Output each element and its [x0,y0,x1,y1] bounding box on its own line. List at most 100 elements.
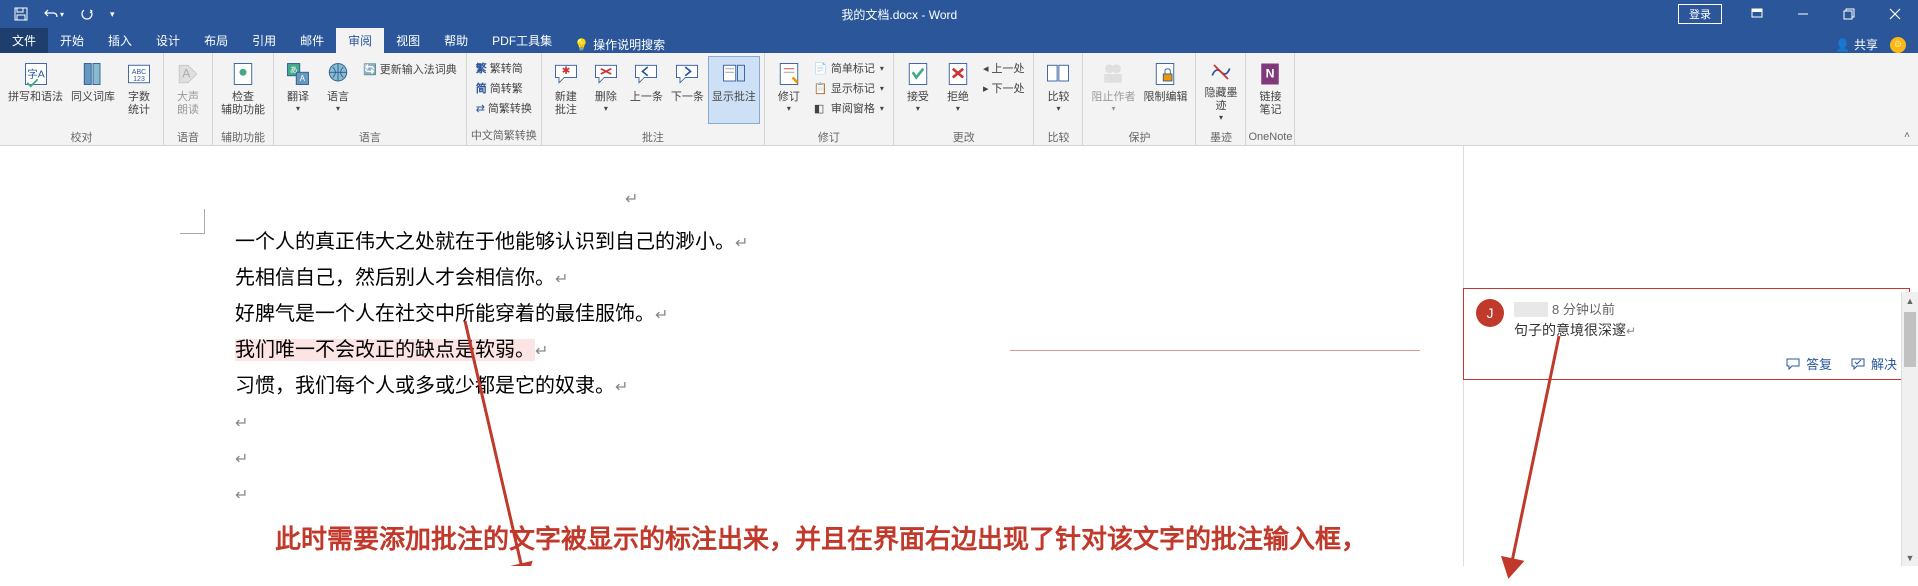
pane-icon: ◧ [814,102,828,115]
tab-help[interactable]: 帮助 [432,28,480,53]
text-line: 好脾气是一个人在社交中所能穿着的最佳服饰。↵ [235,296,1010,332]
svg-text:123: 123 [133,76,145,83]
readaloud-button[interactable]: A大声 朗读 [168,56,208,124]
highlighted-text[interactable]: 我们唯一不会改正的缺点是软弱。 [235,339,535,361]
document-main[interactable]: ↵ 一个人的真正伟大之处就在于他能够认识到自己的渺小。↵ 先相信自己，然后别人才… [0,146,1463,566]
spelling-button[interactable]: 字A拼写和语法 [4,56,67,124]
share-button[interactable]: 👤 共享 [1835,36,1878,53]
compare-button[interactable]: 比较▾ [1038,56,1078,124]
maximize-icon[interactable] [1826,0,1872,28]
prev-comment-button[interactable]: 上一条 [626,56,667,124]
close-icon[interactable] [1872,0,1918,28]
document-area: ↵ 一个人的真正伟大之处就在于他能够认识到自己的渺小。↵ 先相信自己，然后别人才… [0,146,1918,566]
text-line: ↵ [235,440,1010,476]
next-change-button[interactable]: ▸下一处 [978,78,1030,98]
refresh-icon: 🔄 [363,63,377,76]
tell-me-search[interactable]: 💡 操作说明搜索 [564,36,675,53]
restrict-editing-button[interactable]: 限制编辑 [1139,56,1191,124]
group-tracking: 修订▾ 📄简单标记▾ 📋显示标记▾ ◧审阅窗格▾ 修订 [765,53,894,145]
page-corner-marker [180,209,205,234]
group-compare: 比较▾ 比较 [1034,53,1083,145]
login-button[interactable]: 登录 [1678,4,1722,24]
tab-file[interactable]: 文件 [0,28,48,53]
wordcount-button[interactable]: ABC123字数 统计 [119,56,159,124]
scroll-up-icon[interactable]: ▲ [1902,292,1918,309]
comment-body[interactable]: 句子的意境很深邃↵ [1514,320,1636,340]
tab-review[interactable]: 审阅 [336,28,384,53]
track-changes-button[interactable]: 修订▾ [769,56,809,124]
language-button[interactable]: 语言▾ [318,56,358,124]
comment-meta: 8 分钟以前 [1514,299,1636,318]
thesaurus-button[interactable]: 同义词库 [67,56,119,124]
text-line: 习惯，我们每个人或多或少都是它的奴隶。↵ [235,368,1010,404]
svg-text:あ: あ [290,65,298,74]
new-comment-button[interactable]: ✱新建 批注 [546,56,586,124]
save-icon[interactable] [8,0,34,28]
text-line: 一个人的真正伟大之处就在于他能够认识到自己的渺小。↵ [235,224,1010,260]
accept-button[interactable]: 接受▾ [898,56,938,124]
tab-pdf[interactable]: PDF工具集 [480,28,564,53]
group-onenote: N链接 笔记 OneNote [1246,53,1295,145]
feedback-icon[interactable]: ☺ [1890,37,1906,53]
resolve-button[interactable]: 解决 [1850,354,1897,373]
svg-text:ABC: ABC [132,69,146,76]
text-line: 先相信自己，然后别人才会相信你。↵ [235,260,1010,296]
comment-panel: J 8 分钟以前 句子的意境很深邃↵ 答复 解决 [1463,146,1918,566]
titlebar: ▾ ▾ 我的文档.docx - Word 登录 [0,0,1918,28]
group-language: あA翻译▾ 语言▾ 🔄更新输入法词典 语言 [274,53,467,145]
group-protect: 阻止作者▾ 限制编辑 保护 [1083,53,1196,145]
redo-icon[interactable] [74,0,100,28]
prev-icon: ◂ [983,62,989,75]
resolve-icon [1850,357,1866,371]
delete-comment-button[interactable]: 删除▾ [586,56,626,124]
to-simplified-button[interactable]: 繁繁转简 [471,58,537,78]
hide-ink-button[interactable]: 隐藏墨 迹▾ [1200,56,1241,124]
scroll-down-icon[interactable]: ▼ [1902,549,1918,566]
accessibility-button[interactable]: 检查 辅助功能 [217,56,269,124]
text-line: ↵ [235,404,1010,440]
tab-design[interactable]: 设计 [144,28,192,53]
show-markup-button[interactable]: 📋显示标记▾ [809,78,889,98]
markup-dropdown[interactable]: 📄简单标记▾ [809,58,889,78]
scroll-thumb[interactable] [1904,312,1916,367]
comment-card[interactable]: J 8 分钟以前 句子的意境很深邃↵ 答复 解决 [1463,288,1910,380]
quick-access-toolbar: ▾ ▾ [0,0,121,28]
tab-references[interactable]: 引用 [240,28,288,53]
page: ↵ 一个人的真正伟大之处就在于他能够认识到自己的渺小。↵ 先相信自己，然后别人才… [155,154,1090,512]
tab-view[interactable]: 视图 [384,28,432,53]
reject-button[interactable]: 拒绝▾ [938,56,978,124]
document-content[interactable]: 一个人的真正伟大之处就在于他能够认识到自己的渺小。↵ 先相信自己，然后别人才会相… [155,154,1090,512]
ribbon-display-icon[interactable] [1734,0,1780,28]
convert-button[interactable]: ⇄简繁转换 [471,98,537,118]
vertical-scrollbar[interactable]: ▲ ▼ [1901,292,1918,566]
tab-home[interactable]: 开始 [48,28,96,53]
update-ime-button[interactable]: 🔄更新输入法词典 [358,59,462,79]
show-comments-button[interactable]: 显示批注 [708,56,760,124]
next-comment-button[interactable]: 下一条 [667,56,708,124]
tab-insert[interactable]: 插入 [96,28,144,53]
qat-menu-icon[interactable]: ▾ [104,0,121,28]
group-proofing: 字A拼写和语法 同义词库 ABC123字数 统计 校对 [0,53,164,145]
onenote-button[interactable]: N链接 笔记 [1250,56,1290,124]
collapse-ribbon-icon[interactable]: ˄ [1900,128,1914,143]
window-title: 我的文档.docx - Word [121,6,1678,23]
undo-icon[interactable]: ▾ [38,0,70,28]
avatar: J [1476,299,1504,327]
ribbon: 字A拼写和语法 同义词库 ABC123字数 统计 校对 A大声 朗读 语音 检查… [0,53,1918,146]
reply-button[interactable]: 答复 [1785,354,1832,373]
translate-button[interactable]: あA翻译▾ [278,56,318,124]
minimize-icon[interactable] [1780,0,1826,28]
group-speech: A大声 朗读 语音 [164,53,213,145]
tutorial-annotation-text: 此时需要添加批注的文字被显示的标注出来，并且在界面右边出现了针对该文字的批注输入… [275,519,1367,556]
to-traditional-button[interactable]: 简简转繁 [471,78,537,98]
ribbon-tabs: 文件 开始 插入 设计 布局 引用 邮件 审阅 视图 帮助 PDF工具集 💡 操… [0,28,1918,53]
reviewing-pane-button[interactable]: ◧审阅窗格▾ [809,98,889,118]
text-line-commented: 我们唯一不会改正的缺点是软弱。↵ [235,332,1010,368]
tab-layout[interactable]: 布局 [192,28,240,53]
group-ink: 隐藏墨 迹▾ 墨迹 [1196,53,1246,145]
group-chinese: 繁繁转简 简简转繁 ⇄简繁转换 中文简繁转换 [467,53,542,145]
tab-mail[interactable]: 邮件 [288,28,336,53]
prev-change-button[interactable]: ◂上一处 [978,58,1030,78]
block-authors-button[interactable]: 阻止作者▾ [1087,56,1139,124]
showmarkup-icon: 📋 [814,82,828,95]
